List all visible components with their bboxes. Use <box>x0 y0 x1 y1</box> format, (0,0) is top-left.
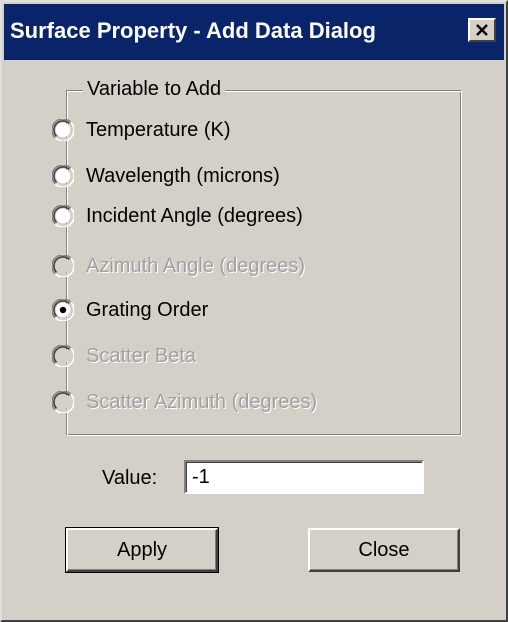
title-close-button[interactable] <box>468 18 496 42</box>
radio-label: Grating Order <box>86 299 209 321</box>
radio-label: Incident Angle (degrees) <box>86 205 303 227</box>
window-title: Surface Property - Add Data Dialog <box>10 18 376 43</box>
radio-button-icon[interactable] <box>52 205 74 227</box>
radio-option-incident-angle[interactable]: Incident Angle (degrees) <box>52 202 303 230</box>
radio-option-grating-order[interactable]: Grating Order <box>52 296 208 324</box>
close-button[interactable]: Close <box>308 528 460 572</box>
radio-label: Wavelength (microns) <box>86 165 280 187</box>
radio-label: Scatter Azimuth (degrees) <box>86 391 318 413</box>
close-icon <box>476 24 488 36</box>
radio-option-azimuth-angle[interactable]: Azimuth Angle (degrees) <box>52 252 305 280</box>
radio-label: Azimuth Angle (degrees) <box>86 255 306 277</box>
radio-button-icon[interactable] <box>52 391 74 413</box>
value-label: Value: <box>102 467 158 489</box>
title-bar[interactable]: Surface Property - Add Data Dialog <box>4 4 504 60</box>
radio-button-icon[interactable] <box>52 165 74 187</box>
radio-option-scatter-azimuth[interactable]: Scatter Azimuth (degrees) <box>52 388 317 416</box>
radio-button-icon[interactable] <box>52 299 74 321</box>
radio-option-scatter-beta[interactable]: Scatter Beta <box>52 342 196 370</box>
radio-button-icon[interactable] <box>52 255 74 277</box>
radio-option-temperature[interactable]: Temperature (K) <box>52 116 231 144</box>
radio-label: Temperature (K) <box>86 119 231 141</box>
dialog-window: Surface Property - Add Data Dialog Varia… <box>0 0 508 622</box>
radio-button-icon[interactable] <box>52 119 74 141</box>
apply-button[interactable]: Apply <box>65 527 219 573</box>
radio-option-wavelength[interactable]: Wavelength (microns) <box>52 162 280 190</box>
radio-selected-dot <box>59 306 67 314</box>
radio-button-icon[interactable] <box>52 345 74 367</box>
group-legend: Variable to Add <box>83 77 226 101</box>
value-input[interactable] <box>184 460 424 494</box>
radio-label: Scatter Beta <box>86 345 197 367</box>
